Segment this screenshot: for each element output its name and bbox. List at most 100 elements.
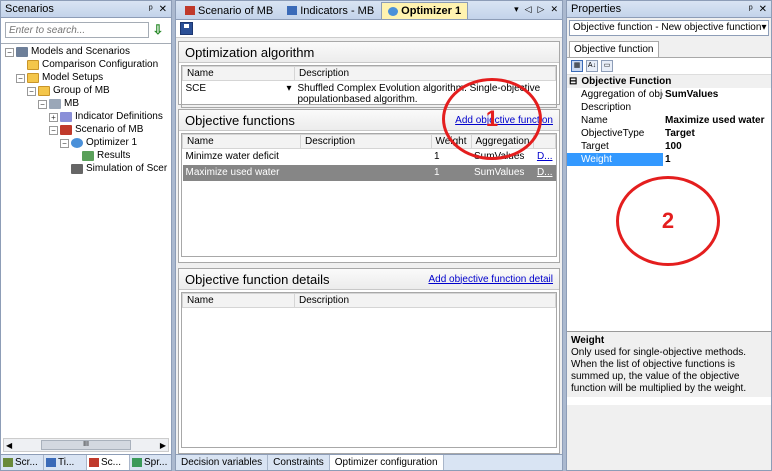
col-name[interactable]: Name <box>182 134 301 149</box>
left-tab-3[interactable]: Spr... <box>130 455 171 470</box>
tree-node[interactable]: Comparison Configuration <box>1 59 171 71</box>
cell-weight[interactable]: 1 <box>431 164 471 181</box>
left-tab-1[interactable]: Ti... <box>44 455 87 470</box>
left-tab-2[interactable]: Sc... <box>87 455 130 470</box>
tree-node[interactable]: − MB <box>1 98 171 110</box>
cell-link: D... <box>533 164 556 181</box>
dropdown-arrow-icon[interactable]: ▾ <box>761 22 766 34</box>
col-description[interactable]: Description <box>300 134 432 149</box>
property-row[interactable]: Target 100 <box>567 140 771 153</box>
col-name[interactable]: Name <box>182 293 295 308</box>
scroll-thumb[interactable]: III <box>41 440 131 450</box>
table-row[interactable]: Maximize used water 1 SumValues D... <box>182 164 556 181</box>
center-tab-0[interactable]: Decision variables <box>176 455 269 470</box>
property-value[interactable]: 100 <box>663 140 771 153</box>
expander-icon[interactable]: − <box>27 86 36 96</box>
categorized-icon[interactable]: ▦ <box>571 60 583 72</box>
col-name[interactable]: Name <box>182 66 295 81</box>
document-tab-2[interactable]: Optimizer 1 <box>381 2 469 19</box>
center-tab-1[interactable]: Constraints <box>268 455 330 470</box>
document-tab-0[interactable]: Scenario of MB <box>178 2 280 19</box>
property-name[interactable]: Weight <box>567 153 663 166</box>
expander-icon[interactable]: − <box>16 73 25 83</box>
cell-description[interactable] <box>301 149 432 165</box>
tab-next-icon[interactable]: ▷ <box>538 4 545 15</box>
tree-node[interactable]: − Models and Scenarios <box>1 46 171 58</box>
search-box: ⇩ <box>5 21 167 39</box>
pin-icon[interactable]: ᵖ <box>149 4 153 15</box>
folder-icon <box>27 73 39 83</box>
col-aggregation[interactable]: Aggregation <box>470 134 535 149</box>
property-category[interactable]: ⊟ Objective Function <box>567 75 771 88</box>
tree-node[interactable]: Results <box>1 150 171 162</box>
model-icon <box>49 99 61 109</box>
details-link[interactable]: D... <box>537 167 553 178</box>
tree-node[interactable]: − Model Setups <box>1 72 171 84</box>
table-row[interactable]: Minimze water deficit 1 SumValues D... <box>183 149 556 165</box>
search-input[interactable] <box>5 22 149 38</box>
object-selector-combo[interactable]: Objective function - New objective funct… <box>569 20 769 36</box>
property-name[interactable]: Aggregation of obje <box>567 88 663 101</box>
left-tab-0[interactable]: Scr... <box>1 455 44 470</box>
cell-name[interactable]: Minimze water deficit <box>183 149 301 165</box>
dropdown-arrow-icon[interactable]: ▾ <box>286 83 291 95</box>
optimizer-document: Scenario of MB Indicators - MB Optimizer 1… <box>175 0 563 471</box>
search-go-icon[interactable]: ⇩ <box>149 22 167 38</box>
property-name[interactable]: Name <box>567 114 663 127</box>
cell-weight[interactable]: 1 <box>431 149 471 165</box>
cell-description[interactable] <box>300 164 432 181</box>
tree-node-label: Models and Scenarios <box>31 46 130 57</box>
tree-node[interactable]: − Group of MB <box>1 85 171 97</box>
close-icon[interactable]: ✕ <box>159 4 167 15</box>
document-tab-1[interactable]: Indicators - MB <box>280 2 381 19</box>
details-link[interactable]: D... <box>537 151 553 162</box>
property-name[interactable]: ObjectiveType <box>567 127 663 140</box>
algorithm-select[interactable]: SCE ▾ <box>183 81 295 97</box>
property-row[interactable]: Name Maximize used water <box>567 114 771 127</box>
property-value[interactable]: 1 <box>663 153 771 166</box>
tab-prev-icon[interactable]: ◁ <box>525 4 532 15</box>
tab-objective-function[interactable]: Objective function <box>569 41 659 57</box>
save-icon[interactable] <box>180 22 193 35</box>
center-tab-2[interactable]: Optimizer configuration <box>329 455 444 470</box>
expander-icon[interactable]: − <box>49 125 58 135</box>
expander-icon[interactable]: − <box>60 138 69 148</box>
scenario-tree: − Models and Scenarios Comparison Configur… <box>1 43 171 435</box>
add-objective-function-link[interactable]: Add objective function <box>455 115 553 126</box>
property-value[interactable] <box>663 101 771 114</box>
property-name[interactable]: Description <box>567 101 663 114</box>
property-value[interactable]: Target <box>663 127 771 140</box>
collapse-icon[interactable]: ⊟ <box>569 75 577 88</box>
cell-aggregation[interactable]: SumValues <box>471 164 534 181</box>
property-value[interactable]: Maximize used water <box>663 114 771 127</box>
property-value[interactable]: SumValues <box>663 88 771 101</box>
horizontal-scrollbar[interactable]: ◀ III ▶ <box>3 438 169 452</box>
property-row[interactable]: Weight 1 <box>567 153 771 166</box>
tree-node-label: MB <box>64 98 79 109</box>
tree-node[interactable]: + Indicator Definitions <box>1 111 171 123</box>
property-row[interactable]: ObjectiveType Target <box>567 127 771 140</box>
expander-icon[interactable]: − <box>38 99 47 109</box>
scroll-right-icon[interactable]: ▶ <box>160 441 166 450</box>
property-name[interactable]: Target <box>567 140 663 153</box>
close-icon[interactable]: ✕ <box>759 4 767 15</box>
property-row[interactable]: Aggregation of obje SumValues <box>567 88 771 101</box>
pin-icon[interactable]: ᵖ <box>749 4 753 15</box>
expander-icon[interactable]: + <box>49 112 58 122</box>
col-weight[interactable]: Weight <box>430 134 472 149</box>
cell-aggregation[interactable]: SumValues <box>471 149 534 165</box>
col-description[interactable]: Description <box>294 293 556 308</box>
tree-node[interactable]: − Optimizer 1 <box>1 137 171 149</box>
tree-node[interactable]: Simulation of Scer <box>1 163 171 175</box>
tab-list-icon[interactable]: ▾ <box>514 4 519 15</box>
document-close-icon[interactable]: ✕ <box>550 4 558 15</box>
add-objective-function-detail-link[interactable]: Add objective function detail <box>428 274 553 285</box>
expander-icon[interactable]: − <box>5 47 14 57</box>
tree-node[interactable]: − Scenario of MB <box>1 124 171 136</box>
col-description[interactable]: Description <box>294 66 556 81</box>
scroll-left-icon[interactable]: ◀ <box>6 441 12 450</box>
cell-name[interactable]: Maximize used water <box>182 164 301 181</box>
property-row[interactable]: Description <box>567 101 771 114</box>
property-pages-icon[interactable]: ▭ <box>601 60 613 72</box>
alphabetical-icon[interactable]: A↓ <box>586 60 598 72</box>
